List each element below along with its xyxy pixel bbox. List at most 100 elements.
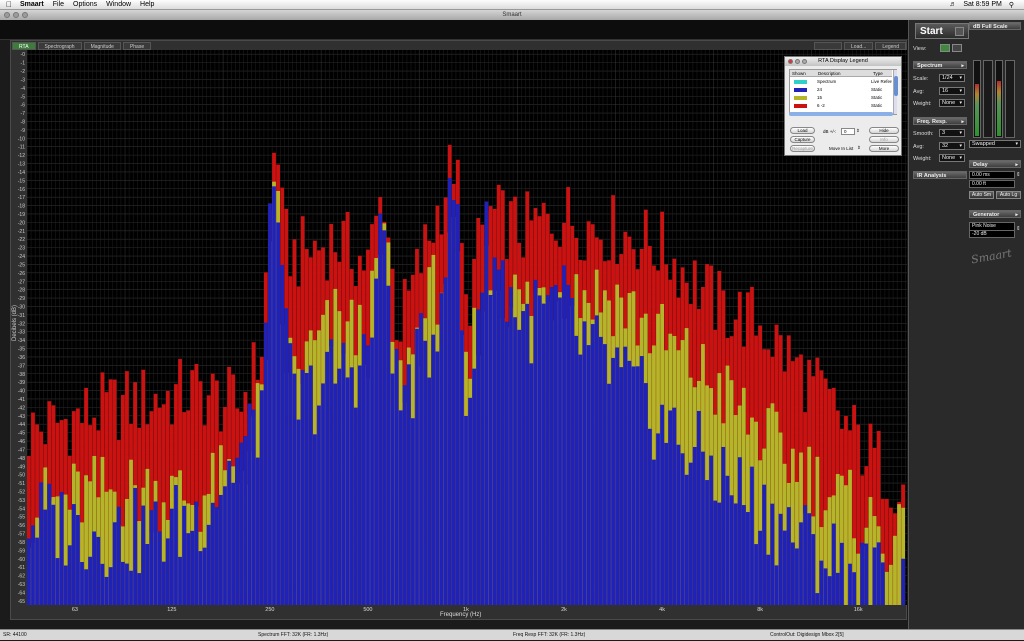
smooth-select[interactable]: 3 ▾ [939, 129, 965, 137]
tab-rta[interactable]: RTA [12, 42, 36, 50]
spotlight-icon[interactable]: ⚲ [1009, 1, 1014, 9]
chevron-down-icon: ▾ [959, 143, 962, 149]
weight-select[interactable]: None ▾ [939, 99, 965, 107]
bar-24 [31, 525, 35, 605]
bar-24 [263, 322, 268, 605]
bar-24 [815, 593, 820, 605]
bar-24 [317, 405, 321, 605]
dbfs-header[interactable]: dB Full Scale [969, 22, 1021, 30]
menu-window[interactable]: Window [106, 1, 131, 8]
chevron-right-icon: ▸ [961, 63, 964, 69]
legend-swatch[interactable] [794, 96, 807, 100]
bar-24 [574, 335, 579, 605]
speaker-icon[interactable]: ♬ [949, 1, 956, 9]
chevron-down-icon: ▾ [959, 100, 962, 106]
legend-move-stepper-icon[interactable]: ⇕ [857, 145, 861, 151]
legend-title: RTA Display Legend [818, 58, 868, 64]
auto-lg-button[interactable]: Auto Lg [996, 191, 1021, 199]
legend-row[interactable]: 24 Static [790, 86, 892, 94]
delay-ms-field[interactable]: 0.00 ms [969, 171, 1015, 179]
fr-weight-select[interactable]: None ▾ [939, 154, 965, 162]
tab-magnitude[interactable]: Magnitude [83, 42, 121, 50]
y-tick-label: -43 [18, 414, 25, 420]
legend-info-button[interactable]: Info [869, 136, 899, 143]
generator-header[interactable]: Generator ▸ [969, 210, 1021, 218]
legend-vertical-scrollbar[interactable] [893, 70, 898, 114]
legend-swatch[interactable] [794, 88, 807, 92]
legend-zoom-button[interactable] [802, 59, 807, 64]
legend-hide-button[interactable]: Hide [869, 127, 899, 134]
minimize-window-button[interactable] [13, 12, 19, 18]
legend-capture-button[interactable]: Capture [790, 136, 815, 143]
menu-file[interactable]: File [53, 1, 64, 8]
apple-icon[interactable]:  [4, 0, 14, 9]
legend-load-button[interactable]: Load [790, 127, 815, 134]
zoom-window-button[interactable] [22, 12, 28, 18]
view-single-icon[interactable] [940, 44, 950, 52]
bar-24 [329, 339, 334, 605]
legend-more-button[interactable]: More [869, 145, 899, 152]
generator-level-field[interactable]: -20 dB [969, 230, 1015, 238]
legend-minimize-button[interactable] [795, 59, 800, 64]
legend-col-type[interactable]: Type [871, 70, 892, 77]
ir-analysis-header[interactable]: IR Analysis [913, 171, 967, 179]
bar-24 [741, 505, 746, 605]
y-tick-label: -12 [18, 153, 25, 159]
close-window-button[interactable] [4, 12, 10, 18]
menu-clock[interactable]: Sat 8:59 PM [963, 1, 1002, 9]
legend-swatch[interactable] [794, 104, 807, 108]
legend-col-description[interactable]: Description [816, 70, 871, 77]
y-tick-label: -33 [18, 330, 25, 336]
bar-24 [157, 531, 162, 605]
plot-blank-button[interactable] [814, 42, 843, 50]
bar-24 [696, 410, 701, 605]
y-tick-label: -39 [18, 380, 25, 386]
menu-help[interactable]: Help [140, 1, 154, 8]
chevron-down-icon: ▾ [959, 155, 962, 161]
bar-24 [901, 558, 906, 605]
legend-db-field[interactable]: 0 [841, 128, 855, 135]
bar-24 [280, 264, 285, 605]
legend-close-button[interactable] [788, 59, 793, 64]
avg-select[interactable]: 16 ▾ [939, 87, 965, 95]
scale-value: 1/24 [942, 75, 953, 81]
legend-db-stepper-icon[interactable]: ⇕ [856, 128, 860, 134]
legend-swatch[interactable] [794, 80, 807, 84]
scale-select[interactable]: 1/24 ▾ [939, 74, 965, 82]
bar-24 [227, 460, 231, 605]
y-tick-label: -44 [18, 422, 25, 428]
swapped-select[interactable]: Swapped ▾ [969, 140, 1021, 148]
spectrum-header[interactable]: Spectrum ▸ [913, 61, 967, 69]
menu-app-name[interactable]: Smaart [20, 1, 44, 8]
view-split-icon[interactable] [952, 44, 962, 52]
generator-stepper-icon[interactable]: ⇕ [1016, 226, 1021, 232]
freq-resp-header[interactable]: Freq. Resp. ▸ [913, 117, 967, 125]
delay-ft-field[interactable]: 0.00 ft [969, 180, 1015, 188]
legend-row[interactable]: Spectrum Live Referen [790, 78, 892, 86]
menu-options[interactable]: Options [73, 1, 97, 8]
legend-col-shown[interactable]: Shown [790, 70, 816, 77]
fr-avg-select[interactable]: 32 ▾ [939, 142, 965, 150]
legend-recapture-button[interactable]: Recapture [790, 145, 815, 152]
legend-row[interactable]: 6 -2 Static [790, 102, 892, 110]
bar-24 [480, 292, 485, 605]
tab-spectrograph[interactable]: Spectrograph [37, 42, 82, 50]
delay-stepper-icon[interactable]: ⇕ [1016, 172, 1021, 178]
bar-24 [325, 351, 330, 605]
y-tick-label: -42 [18, 405, 25, 411]
auto-sm-button[interactable]: Auto Sm [969, 191, 994, 199]
tab-phase[interactable]: Phase [122, 42, 152, 50]
legend-row[interactable]: 15 Static [790, 94, 892, 102]
bar-24 [333, 383, 338, 605]
rta-plot[interactable]: -0 -1 -2 -3 -4 -5 -6 -7 -8 -9 -10 -11 -12 -13 -14 -15 -1… [10, 50, 907, 618]
plot-legend-button[interactable]: Legend [875, 42, 906, 50]
start-button[interactable]: Start [915, 23, 969, 39]
bar-24 [819, 560, 824, 605]
generator-type-field[interactable]: Pink Noise [969, 222, 1015, 230]
delay-header[interactable]: Delay ▸ [969, 160, 1021, 168]
y-tick-label: -46 [18, 439, 25, 445]
bar-24 [823, 568, 828, 605]
legend-horizontal-scrollbar[interactable] [789, 112, 893, 116]
plot-load-button[interactable]: Load... [844, 42, 874, 50]
bar-24 [607, 383, 611, 605]
